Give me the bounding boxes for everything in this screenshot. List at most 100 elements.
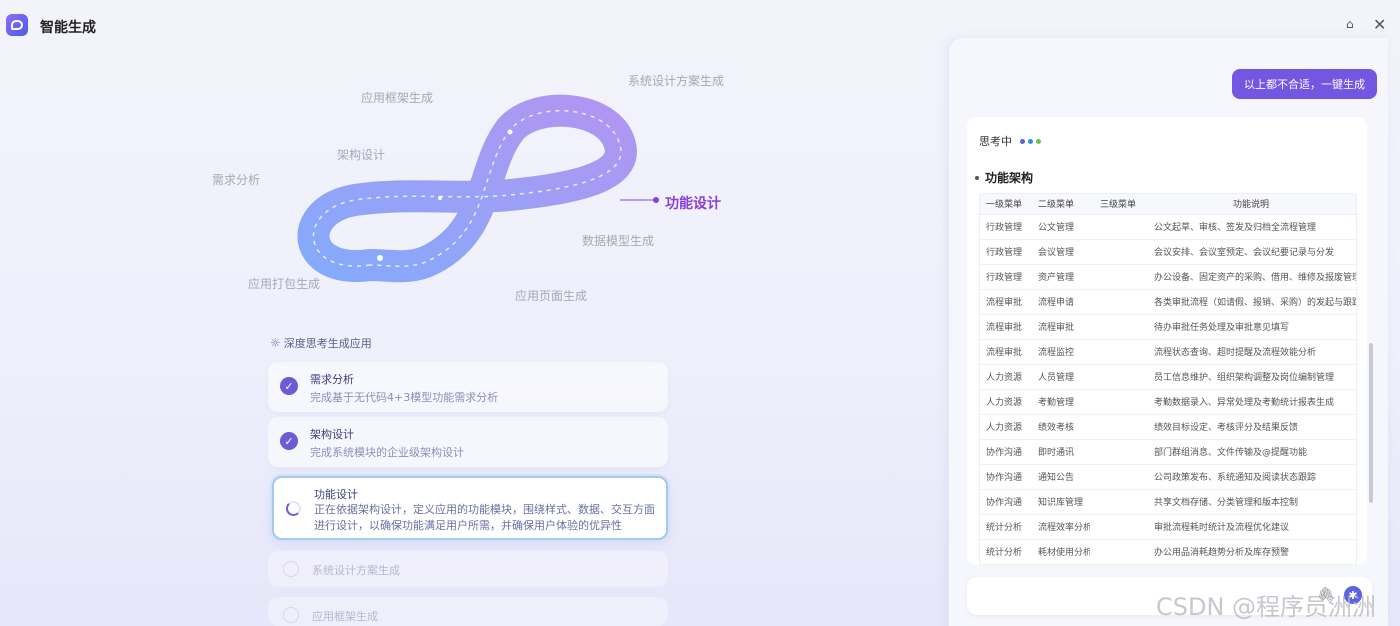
- pending-circle-icon: [283, 561, 299, 577]
- table-cell: 共享文档存储、分类管理和版本控制: [1146, 489, 1356, 515]
- table-cell: [1090, 414, 1146, 440]
- table-cell: 办公用品消耗趋势分析及库存预警: [1146, 539, 1356, 564]
- table-header-row: 一级菜单 二级菜单 三级菜单 功能说明: [980, 194, 1356, 215]
- assistant-answer-card: 思考中 功能架构 一级菜单 二级菜单 三级菜单 功能说明 行政管理 公文管理 公文起: [967, 117, 1367, 565]
- section-title: 功能架构: [985, 171, 1034, 185]
- table-cell: [1090, 489, 1146, 515]
- table-cell: [1090, 514, 1146, 540]
- table-row: 行政管理 会议管理 会议安排、会议室预定、会议纪要记录与分发: [980, 239, 1356, 265]
- loading-spinner-icon: [286, 501, 301, 516]
- table-cell: 流程审批: [980, 289, 1034, 315]
- table-cell: 公文管理: [1034, 214, 1090, 240]
- app-logo-icon: [6, 14, 28, 36]
- column-header: 三级菜单: [1090, 194, 1146, 215]
- loop-label-data-model: 数据模型生成: [582, 234, 655, 248]
- table-cell: 行政管理: [980, 214, 1034, 240]
- table-cell: [1090, 239, 1146, 265]
- table-cell: 流程审批: [1034, 314, 1090, 340]
- table-cell: 即时通讯: [1034, 439, 1090, 465]
- table-cell: 流程审批: [980, 339, 1034, 365]
- section-heading: 功能架构: [975, 169, 1033, 186]
- table-cell: [1090, 314, 1146, 340]
- minimize-icon[interactable]: ⌂: [1346, 17, 1354, 31]
- loop-label-requirements: 需求分析: [212, 173, 261, 187]
- table-cell: [1090, 214, 1146, 240]
- step-desc: 正在依据架构设计，定义应用的功能模块，围绕样式、数据、交互方面进行设计，以确保功…: [314, 503, 655, 532]
- table-cell: [1090, 539, 1146, 564]
- table-row: 行政管理 公文管理 公文起草、审核、签发及归档全流程管理: [980, 214, 1356, 240]
- table-cell: 协作沟通: [980, 464, 1034, 490]
- table-cell: 行政管理: [980, 264, 1034, 290]
- typing-dots-icon: [1020, 138, 1041, 144]
- table-cell: 人员管理: [1034, 364, 1090, 390]
- table-cell: 资产管理: [1034, 264, 1090, 290]
- table-cell: 待办审批任务处理及审批意见填写: [1146, 314, 1356, 340]
- table-cell: 知识库管理: [1034, 489, 1090, 515]
- table-cell: 员工信息维护、组织架构调整及岗位编制管理: [1146, 364, 1356, 390]
- table-cell: 办公设备、固定资产的采购、借用、维修及报废管理: [1146, 264, 1356, 290]
- step-desc: 完成系统模块的企业级架构设计: [310, 446, 464, 459]
- table-cell: 统计分析: [980, 539, 1034, 564]
- close-icon[interactable]: ✕: [1373, 15, 1386, 34]
- table-cell: 审批流程耗时统计及流程优化建议: [1146, 514, 1356, 540]
- loop-label-page-gen: 应用页面生成: [515, 289, 588, 303]
- table-cell: 公文起草、审核、签发及归档全流程管理: [1146, 214, 1356, 240]
- step-desc: 完成基于无代码4+3模型功能需求分析: [310, 391, 499, 404]
- table-cell: 绩效考核: [1034, 414, 1090, 440]
- loop-label-system-design: 系统设计方案生成: [628, 74, 725, 88]
- table-cell: 耗材使用分析: [1034, 539, 1090, 564]
- function-architecture-table: 一级菜单 二级菜单 三级菜单 功能说明 行政管理 公文管理 公文起草、审核、签发及归…: [979, 193, 1357, 565]
- deep-think-heading: ☼ 深度思考生成应用: [270, 335, 372, 351]
- bullet-icon: [975, 175, 979, 180]
- table-cell: [1090, 389, 1146, 415]
- table-row: 协作沟通 知识库管理 共享文档存储、分类管理和版本控制: [980, 489, 1356, 515]
- check-icon: ✓: [280, 432, 298, 450]
- table-cell: 行政管理: [980, 239, 1034, 265]
- table-cell: 部门群组消息、文件传输及@提醒功能: [1146, 439, 1356, 465]
- table-cell: [1090, 339, 1146, 365]
- sun-icon: ☼: [270, 336, 281, 350]
- table-cell: 流程监控: [1034, 339, 1090, 365]
- step-card-function-design: 功能设计 正在依据架构设计，定义应用的功能模块，围绕样式、数据、交互方面进行设计…: [272, 476, 668, 540]
- column-header: 一级菜单: [980, 194, 1034, 215]
- thinking-status: 思考中: [979, 133, 1041, 149]
- table-row: 行政管理 资产管理 办公设备、固定资产的采购、借用、维修及报废管理: [980, 264, 1356, 290]
- column-header: 二级菜单: [1034, 194, 1090, 215]
- thinking-label: 思考中: [979, 135, 1012, 148]
- table-row: 统计分析 耗材使用分析 办公用品消耗趋势分析及库存预警: [980, 539, 1356, 564]
- step-title: 系统设计方案生成: [312, 564, 400, 577]
- table-row: 统计分析 流程效率分析 审批流程耗时统计及流程优化建议: [980, 514, 1356, 540]
- scrollbar[interactable]: [1369, 343, 1373, 503]
- table-cell: [1090, 289, 1146, 315]
- table-row: 人力资源 考勤管理 考勤数据录入、异常处理及考勤统计报表生成: [980, 389, 1356, 415]
- table-cell: 各类审批流程（如请假、报销、采购）的发起与跟踪: [1146, 289, 1356, 315]
- table-cell: 绩效目标设定、考核评分及结果反馈: [1146, 414, 1356, 440]
- loop-label-packaging: 应用打包生成: [248, 277, 321, 291]
- table-cell: 考勤管理: [1034, 389, 1090, 415]
- table-cell: [1090, 264, 1146, 290]
- step-title: 架构设计: [310, 428, 354, 441]
- table-cell: 流程审批: [980, 314, 1034, 340]
- table-cell: 考勤数据录入、异常处理及考勤统计报表生成: [1146, 389, 1356, 415]
- table-cell: 人力资源: [980, 389, 1034, 415]
- table-row: 协作沟通 即时通讯 部门群组消息、文件传输及@提醒功能: [980, 439, 1356, 465]
- table-cell: 协作沟通: [980, 439, 1034, 465]
- deep-think-label: 深度思考生成应用: [283, 337, 372, 350]
- table-cell: 流程状态查询、超时提醒及流程效能分析: [1146, 339, 1356, 365]
- table-row: 流程审批 流程审批 待办审批任务处理及审批意见填写: [980, 314, 1356, 340]
- table-cell: 通知公告: [1034, 464, 1090, 490]
- table-row: 人力资源 绩效考核 绩效目标设定、考核评分及结果反馈: [980, 414, 1356, 440]
- step-card-system-design: 系统设计方案生成: [268, 551, 668, 587]
- table-cell: [1090, 439, 1146, 465]
- app-title: 智能生成: [40, 20, 96, 36]
- table-row: 流程审批 流程监控 流程状态查询、超时提醒及流程效能分析: [980, 339, 1356, 365]
- table-cell: [1090, 464, 1146, 490]
- step-title: 需求分析: [310, 373, 354, 386]
- table-cell: 流程效率分析: [1034, 514, 1090, 540]
- table-cell: 会议管理: [1034, 239, 1090, 265]
- table-cell: 公司政策发布、系统通知及阅读状态跟踪: [1146, 464, 1356, 490]
- pending-circle-icon: [283, 607, 299, 623]
- loop-label-function-design: 功能设计: [665, 196, 721, 212]
- table-cell: 人力资源: [980, 414, 1034, 440]
- table-row: 流程审批 流程申请 各类审批流程（如请假、报销、采购）的发起与跟踪: [980, 289, 1356, 315]
